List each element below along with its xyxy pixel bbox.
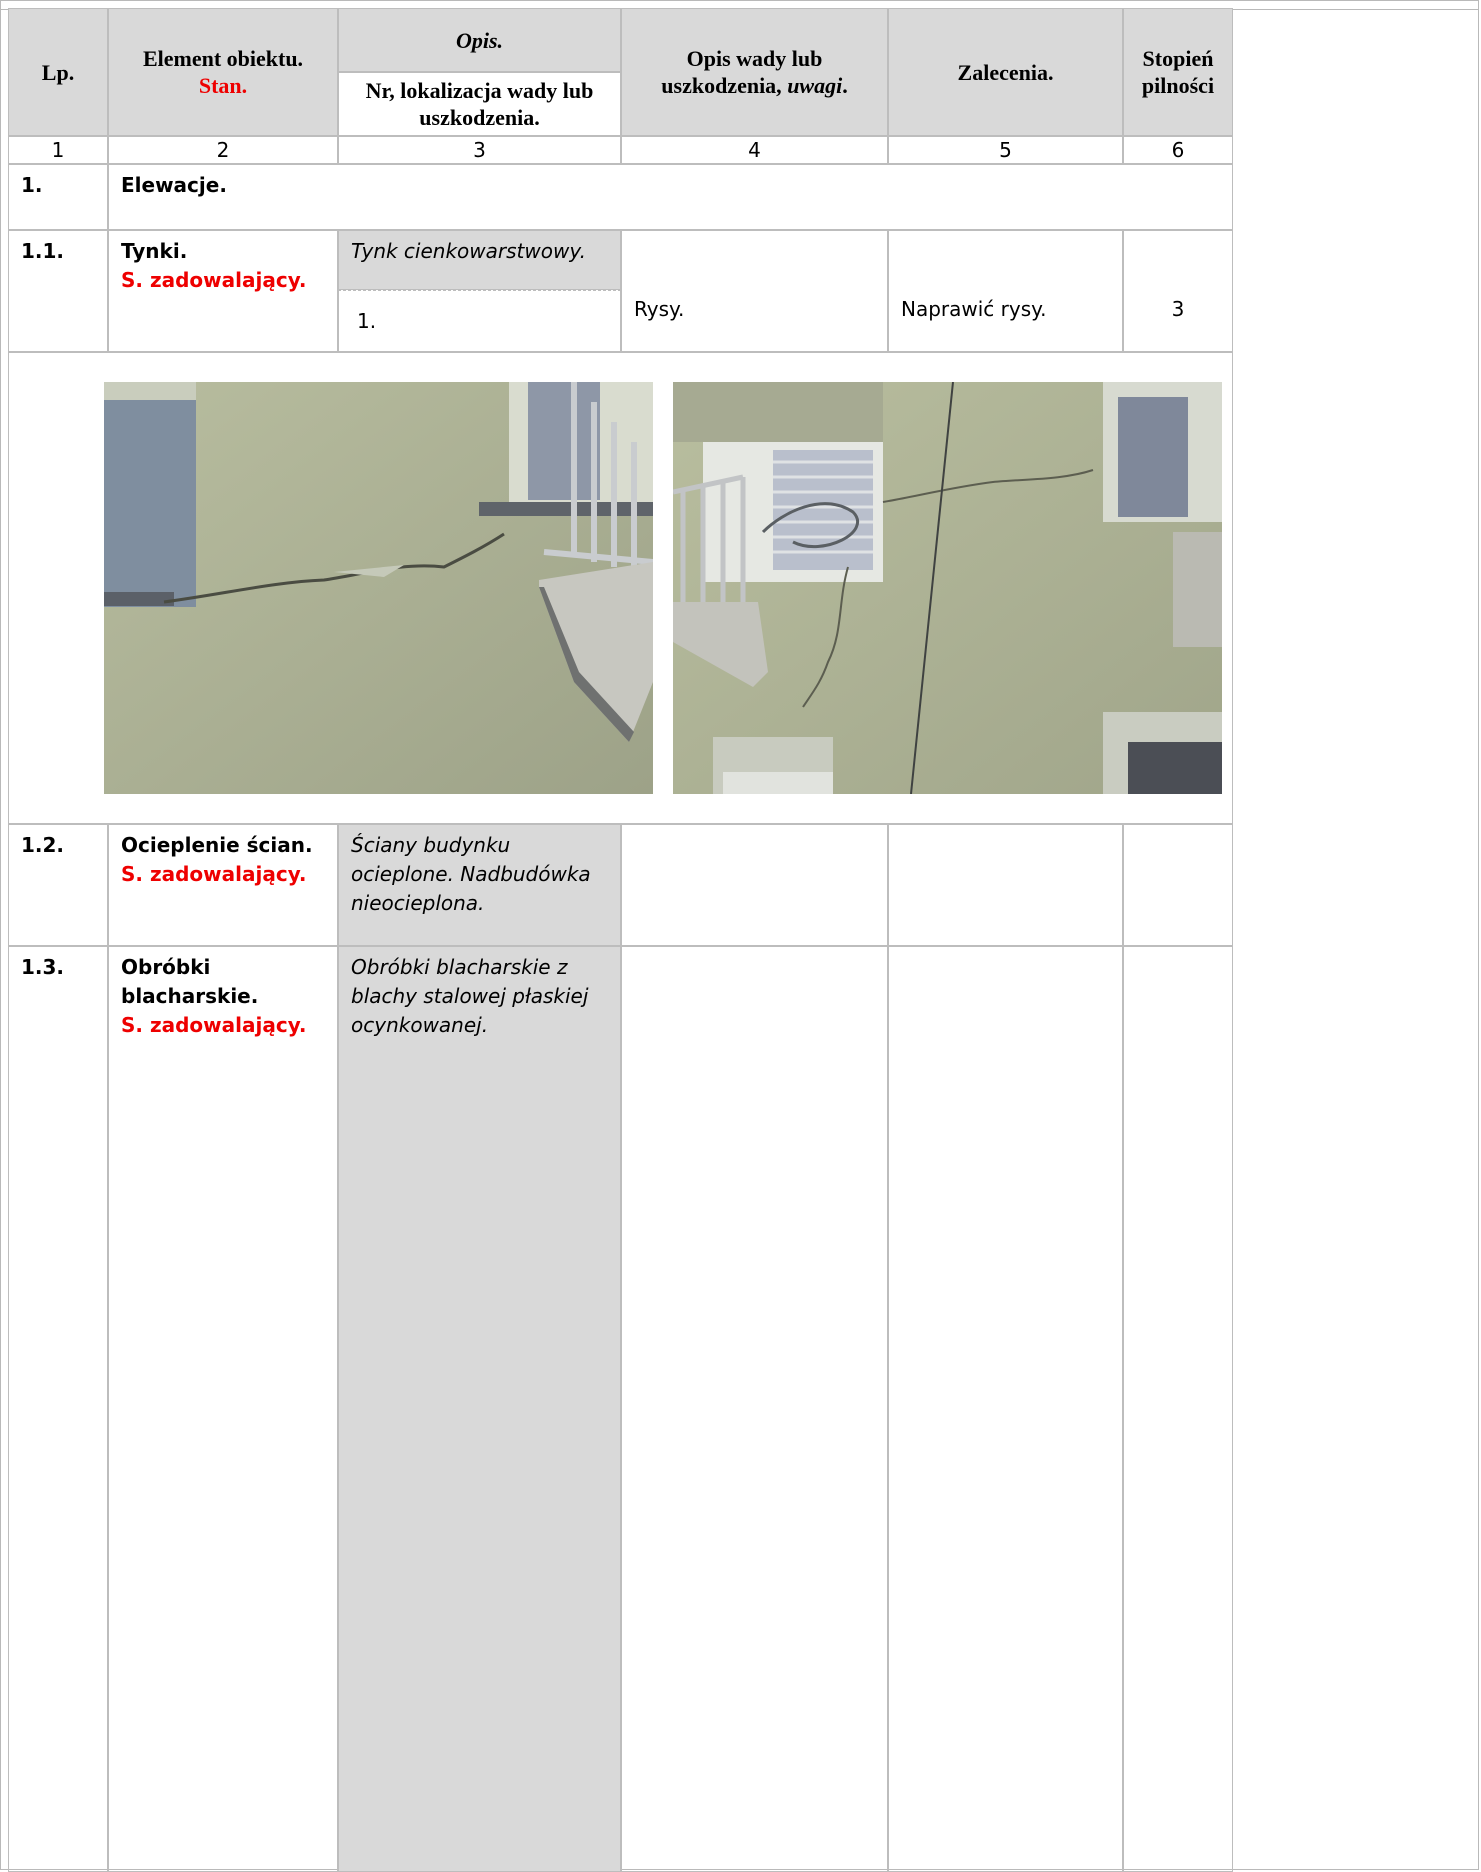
row-lp: 1.3. xyxy=(8,946,108,1872)
row-element-name: Ocieplenie ścian. xyxy=(121,833,313,857)
section-lp: 1. xyxy=(8,164,108,230)
row-opis: Obróbki blacharskie z blachy stalowej pł… xyxy=(338,946,621,1872)
row-stopien-empty xyxy=(1123,946,1233,1872)
row-lp: 1.1. xyxy=(8,230,108,352)
row-stopien: 3 xyxy=(1123,230,1233,352)
row-status: S. zadowalający. xyxy=(121,862,307,886)
colnum-4: 4 xyxy=(621,136,888,164)
header-element-label: Element obiektu. xyxy=(142,46,304,71)
row-element: Tynki. S. zadowalający. xyxy=(108,230,338,352)
header-opis: Opis. xyxy=(338,8,621,72)
header-opis-label: Opis. xyxy=(455,27,504,53)
photo-1-drawing xyxy=(104,382,653,794)
row-wada-empty xyxy=(621,946,888,1872)
colnum-1: 1 xyxy=(8,136,108,164)
row-status: S. zadowalający. xyxy=(121,1013,307,1037)
header-stopien: Stopień pilności xyxy=(1123,8,1233,136)
row-lp: 1.2. xyxy=(8,824,108,946)
header-stopien-line2: pilności xyxy=(1141,73,1215,98)
row-zalecenia-empty xyxy=(888,824,1123,946)
header-uwagi: uwagi xyxy=(787,73,843,98)
elevation-crack-photo-1 xyxy=(104,382,653,794)
row-status: S. zadowalający. xyxy=(121,268,307,292)
header-opis-wady-line2: uszkodzenia, uwagi. xyxy=(661,73,848,98)
header-opis-wady: Opis wady lub uszkodzenia, uwagi. xyxy=(621,8,888,136)
row-nr: 1. xyxy=(338,290,621,352)
row-zalecenia: Naprawić rysy. xyxy=(888,230,1123,352)
row-opis: Ściany budynku ocieplone. Nadbudówka nie… xyxy=(338,824,621,946)
colnum-6: 6 xyxy=(1123,136,1233,164)
header-stan-label: Stan. xyxy=(198,73,248,98)
row-stopien-empty xyxy=(1123,824,1233,946)
header-zalecenia: Zalecenia. xyxy=(888,8,1123,136)
colnum-2: 2 xyxy=(108,136,338,164)
header-lp-label: Lp. xyxy=(41,59,75,85)
header-nr-lokalizacja: Nr, lokalizacja wady lub uszkodzenia. xyxy=(338,72,621,136)
header-opis-wady-line1: Opis wady lub xyxy=(686,46,823,71)
row-wada-empty xyxy=(621,824,888,946)
colnum-5: 5 xyxy=(888,136,1123,164)
colnum-3: 3 xyxy=(338,136,621,164)
header-lp: Lp. xyxy=(8,8,108,136)
row-element: Obróbki blacharskie. S. zadowalający. xyxy=(108,946,338,1872)
row-zalecenia-empty xyxy=(888,946,1123,1872)
header-nr-lokalizacja-label: Nr, lokalizacja wady lub uszkodzenia. xyxy=(365,78,594,130)
section-title: Elewacje. xyxy=(108,164,1233,230)
header-stopien-line1: Stopień xyxy=(1142,46,1214,71)
header-element: Element obiektu. Stan. xyxy=(108,8,338,136)
row-element: Ocieplenie ścian. S. zadowalający. xyxy=(108,824,338,946)
header-zalecenia-label: Zalecenia. xyxy=(957,59,1054,85)
row-wada: Rysy. xyxy=(621,230,888,352)
row-element-name: Obróbki blacharskie. xyxy=(121,955,259,1008)
photo-2-drawing xyxy=(673,382,1222,794)
row-opis: Tynk cienkowarstwowy. xyxy=(338,230,621,290)
elevation-crack-photo-2 xyxy=(673,382,1222,794)
row-element-name: Tynki. xyxy=(121,239,188,263)
